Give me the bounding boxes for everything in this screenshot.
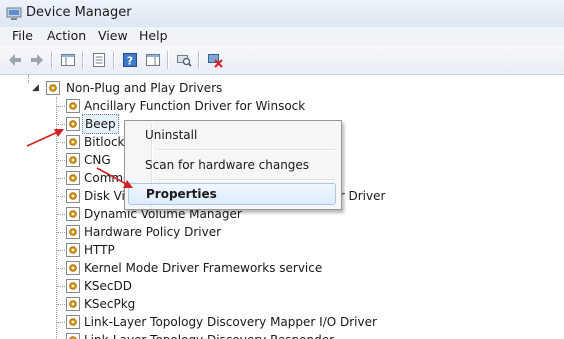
forward-arrow-icon[interactable] — [27, 50, 47, 70]
tree-node-label: Kernel Mode Driver Frameworks service — [84, 261, 323, 275]
driver-gear-icon — [66, 207, 80, 221]
menu-item-properties[interactable]: Properties — [128, 183, 336, 205]
tree-guide-line — [57, 268, 65, 269]
tree-guide-line — [57, 232, 65, 233]
context-menu: Uninstall Scan for hardware changes Prop… — [124, 120, 342, 210]
tree-node-label: KSecPkg — [84, 297, 136, 311]
tree-guide-line — [57, 178, 65, 179]
menu-action[interactable]: Action — [45, 28, 88, 43]
annotation-arrow-icon — [96, 167, 133, 188]
toolbar-separator — [51, 51, 53, 69]
menu-item-uninstall[interactable]: Uninstall — [128, 124, 336, 146]
driver-gear-icon — [66, 297, 80, 311]
tree-guide-line — [57, 160, 65, 161]
driver-gear-icon — [66, 99, 80, 113]
scan-hardware-icon[interactable] — [174, 50, 194, 70]
tree-node-label: Beep — [82, 114, 119, 134]
driver-gear-icon — [66, 243, 80, 257]
toolbar-separator — [113, 51, 115, 69]
driver-gear-icon — [66, 189, 80, 203]
driver-gear-icon — [66, 171, 80, 185]
tree-node-label: KSecDD — [84, 279, 132, 293]
tree-node-label: Link-Layer Topology Discovery Mapper I/O… — [84, 315, 377, 329]
svg-text:?: ? — [127, 55, 133, 68]
collapse-toggle-icon[interactable]: ◢ — [32, 79, 39, 97]
driver-gear-icon — [66, 261, 80, 275]
tree-guide-line — [57, 286, 65, 287]
driver-gear-icon — [66, 153, 80, 167]
tree-guide-line — [28, 75, 29, 83]
driver-gear-icon — [66, 117, 80, 131]
menu-help[interactable]: Help — [137, 28, 170, 43]
help-icon[interactable]: ? — [120, 50, 140, 70]
properties-sheet-icon[interactable] — [89, 50, 109, 70]
driver-gear-icon — [66, 225, 80, 239]
driver-gear-icon — [66, 135, 80, 149]
menu-file[interactable]: File — [10, 28, 35, 43]
tree-guide-line — [57, 196, 65, 197]
device-category-icon — [46, 81, 60, 95]
toolbar-separator — [82, 51, 84, 69]
menu-bar: File Action View Help — [0, 27, 564, 47]
driver-gear-icon — [66, 333, 80, 339]
title-bar: Device Manager — [0, 0, 564, 28]
toolbar-separator — [198, 51, 200, 69]
tree-guide-line — [57, 106, 65, 107]
back-arrow-icon[interactable] — [5, 50, 25, 70]
driver-gear-icon — [66, 315, 80, 329]
driver-gear-icon — [66, 279, 80, 293]
view-pane-icon[interactable] — [143, 50, 163, 70]
tree-node-label: Ancillary Function Driver for Winsock — [84, 99, 306, 113]
tree-node-label: Link-Layer Topology Discovery Responder — [84, 331, 334, 339]
tree-guide-line — [57, 322, 65, 323]
window-title: Device Manager — [26, 5, 132, 20]
category-node-non-plug-and-play[interactable]: ◢ Non-Plug and Play Drivers — [32, 79, 332, 97]
device-manager-icon — [6, 7, 22, 20]
tree-guide-line — [57, 214, 65, 215]
toolbar-separator — [167, 51, 169, 69]
menu-item-scan-for-hardware-changes[interactable]: Scan for hardware changes — [128, 154, 336, 176]
tree-node-label: Hardware Policy Driver — [84, 225, 222, 239]
tree-guide-line — [57, 304, 65, 305]
menu-view[interactable]: View — [96, 28, 130, 43]
category-label: Non-Plug and Play Drivers — [66, 81, 223, 95]
tree-node-label: HTTP — [84, 243, 115, 257]
tree-guide-line — [57, 250, 65, 251]
menu-separator — [155, 179, 335, 181]
menu-separator — [155, 149, 335, 151]
uninstall-device-icon[interactable] — [205, 50, 225, 70]
annotation-arrow-icon — [26, 129, 64, 147]
console-tree-icon[interactable] — [58, 50, 78, 70]
toolbar: ? — [0, 46, 564, 75]
